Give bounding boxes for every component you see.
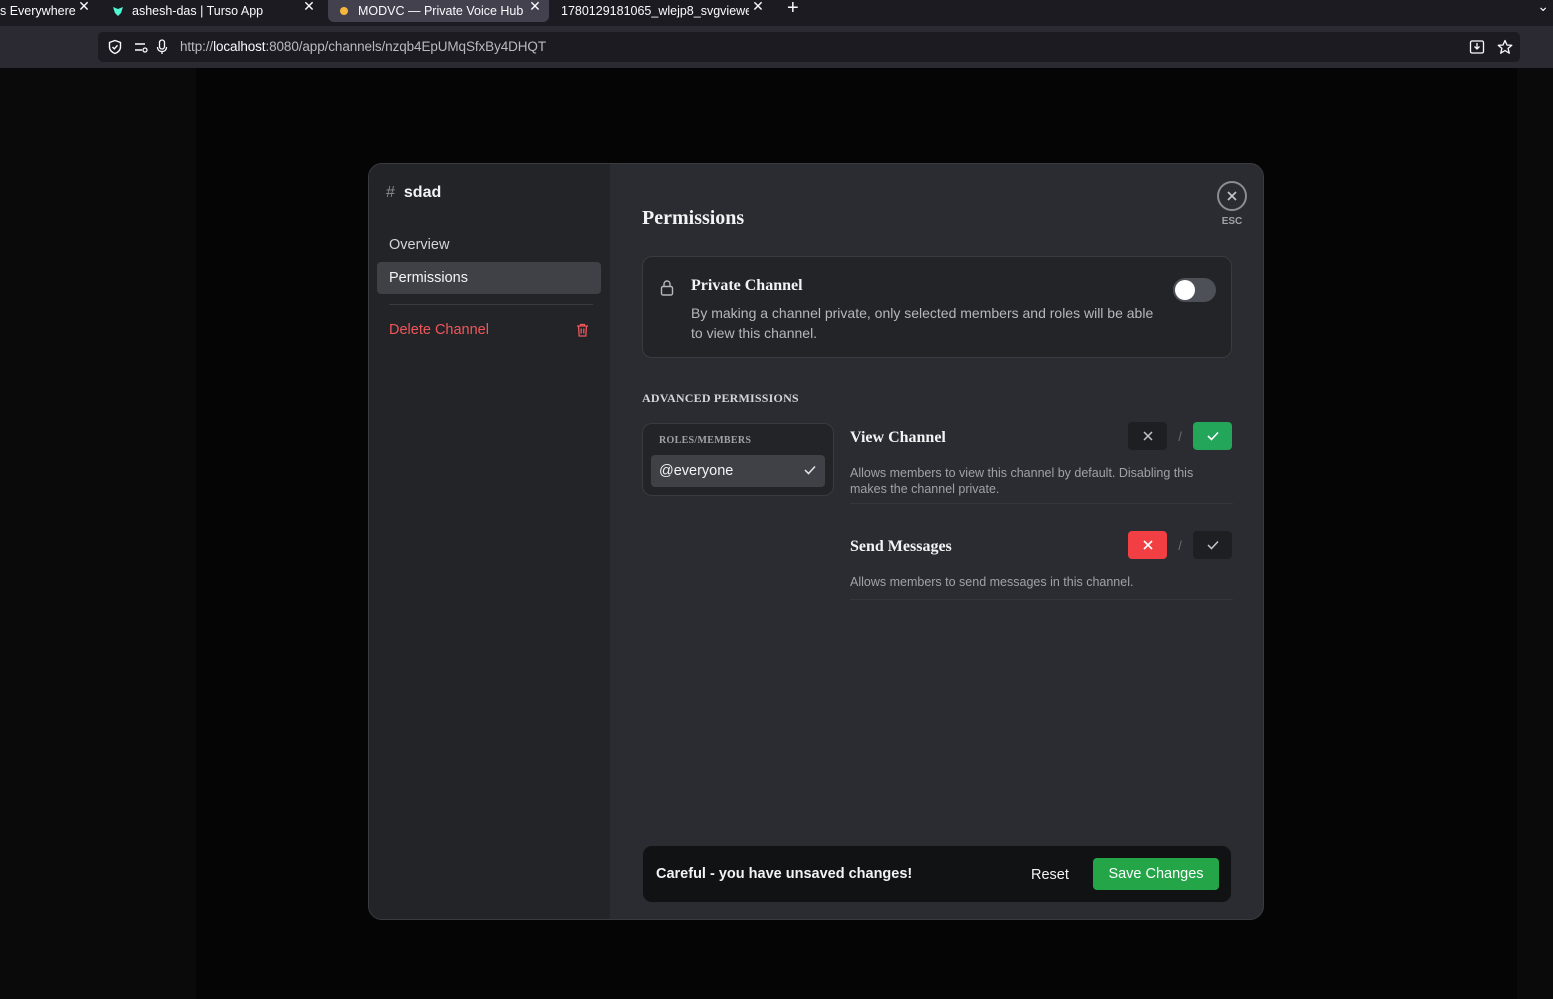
address-bar[interactable]: http://localhost:8080/app/channels/nzqb4…: [98, 32, 1520, 62]
tab-close-icon[interactable]: ✕: [750, 0, 766, 14]
permission-toggle: /: [1128, 531, 1232, 559]
browser-nav-bar: http://localhost:8080/app/channels/nzqb4…: [0, 26, 1553, 68]
bookmark-star-icon[interactable]: [1497, 39, 1513, 55]
role-item-everyone[interactable]: @everyone: [651, 455, 825, 487]
x-icon: [1142, 540, 1153, 550]
reset-button[interactable]: Reset: [1023, 859, 1077, 891]
roles-members-panel: ROLES/MEMBERS @everyone: [642, 423, 834, 496]
permissions-icon[interactable]: [133, 40, 149, 54]
deny-button[interactable]: [1128, 422, 1167, 450]
channel-settings-modal: # sdad Overview Permissions Delete Chann…: [368, 163, 1264, 920]
url-text[interactable]: http://localhost:8080/app/channels/nzqb4…: [180, 39, 546, 54]
page-title: Permissions: [642, 207, 745, 229]
deny-button[interactable]: [1128, 531, 1167, 559]
new-tab-icon[interactable]: +: [787, 0, 799, 20]
tab-close-icon[interactable]: ✕: [527, 0, 543, 14]
trash-icon: [577, 323, 588, 337]
channel-name: sdad: [403, 184, 442, 201]
sidebar-item-label: Overview: [389, 237, 450, 253]
modvc-icon: [340, 7, 348, 15]
role-name: @everyone: [659, 463, 734, 479]
check-icon: [804, 465, 816, 475]
tab-close-icon[interactable]: ✕: [301, 0, 317, 14]
toggle-knob: [1175, 280, 1195, 300]
turso-icon: [113, 7, 123, 16]
advanced-permissions-label: ADVANCED PERMISSIONS: [642, 391, 799, 405]
tab-title: ashesh-das | Turso App: [132, 4, 264, 18]
tab-title: 1780129181065_wlejp8_svgviewer-p: [561, 4, 749, 18]
settings-content: ESC Permissions Private Channel By makin…: [610, 164, 1263, 919]
tab-title: s Everywhere: [0, 4, 76, 18]
close-button[interactable]: [1217, 181, 1247, 211]
check-icon: [1206, 431, 1219, 441]
download-icon[interactable]: [1469, 39, 1485, 55]
private-channel-card: Private Channel By making a channel priv…: [642, 256, 1232, 358]
esc-hint: ESC: [1221, 216, 1243, 227]
sidebar-item-permissions[interactable]: Permissions: [377, 262, 601, 294]
roles-header: ROLES/MEMBERS: [659, 435, 752, 446]
browser-tab[interactable]: s Everywhere ✕: [0, 0, 92, 22]
private-channel-description: By making a channel private, only select…: [691, 305, 1154, 341]
delete-channel-button[interactable]: Delete Channel: [377, 314, 601, 346]
permission-description: Allows members to view this channel by d…: [850, 466, 1194, 496]
browser-tab[interactable]: 1780129181065_wlejp8_svgviewer-p ✕: [561, 0, 766, 22]
backdrop-sidebar: [0, 68, 196, 999]
private-channel-title: Private Channel: [691, 277, 803, 294]
backdrop-right-rail: [1517, 68, 1553, 999]
lock-icon: [660, 280, 674, 296]
allow-button[interactable]: [1193, 422, 1232, 450]
separator: /: [1178, 537, 1182, 553]
settings-sidebar: # sdad Overview Permissions Delete Chann…: [369, 164, 610, 919]
url-scheme: http://: [180, 39, 214, 54]
allow-button[interactable]: [1193, 531, 1232, 559]
separator: /: [1178, 428, 1182, 444]
shield-icon[interactable]: [107, 39, 123, 55]
microphone-icon[interactable]: [156, 39, 168, 55]
x-icon: [1142, 431, 1153, 441]
url-host: localhost: [213, 39, 266, 54]
tab-close-icon[interactable]: ✕: [76, 0, 92, 14]
delete-channel-label: Delete Channel: [389, 322, 489, 338]
sidebar-item-overview[interactable]: Overview: [377, 229, 601, 261]
check-icon: [1206, 540, 1219, 550]
close-icon: [1227, 191, 1237, 201]
sidebar-item-label: Permissions: [389, 270, 468, 286]
unsaved-message: Careful - you have unsaved changes!: [656, 866, 913, 882]
hash-icon: #: [386, 184, 395, 201]
channel-header: # sdad: [386, 184, 441, 202]
url-path: :8080/app/channels/nzqb4EpUMqSfxBy4DHQT: [265, 39, 546, 54]
sidebar-divider: [389, 304, 593, 305]
permission-title: Send Messages: [850, 538, 952, 555]
permission-description: Allows members to send messages in this …: [850, 575, 1134, 589]
unsaved-changes-bar: Careful - you have unsaved changes! Rese…: [642, 845, 1232, 903]
permission-row-view-channel: View Channel Allows members to view this…: [850, 422, 1233, 504]
permission-toggle: /: [1128, 422, 1232, 450]
permission-row-send-messages: Send Messages Allows members to send mes…: [850, 531, 1233, 600]
browser-tab[interactable]: ashesh-das | Turso App ✕: [112, 0, 317, 22]
permission-title: View Channel: [850, 429, 946, 446]
private-channel-toggle[interactable]: [1173, 278, 1216, 302]
chevron-down-icon[interactable]: ⌄: [1537, 0, 1549, 15]
browser-tab-bar: s Everywhere ✕ ashesh-das | Turso App ✕ …: [0, 0, 1553, 26]
browser-tab-active[interactable]: MODVC — Private Voice Hub & ✕: [328, 0, 549, 22]
save-changes-button[interactable]: Save Changes: [1093, 858, 1219, 890]
tab-title: MODVC — Private Voice Hub &: [358, 4, 526, 18]
